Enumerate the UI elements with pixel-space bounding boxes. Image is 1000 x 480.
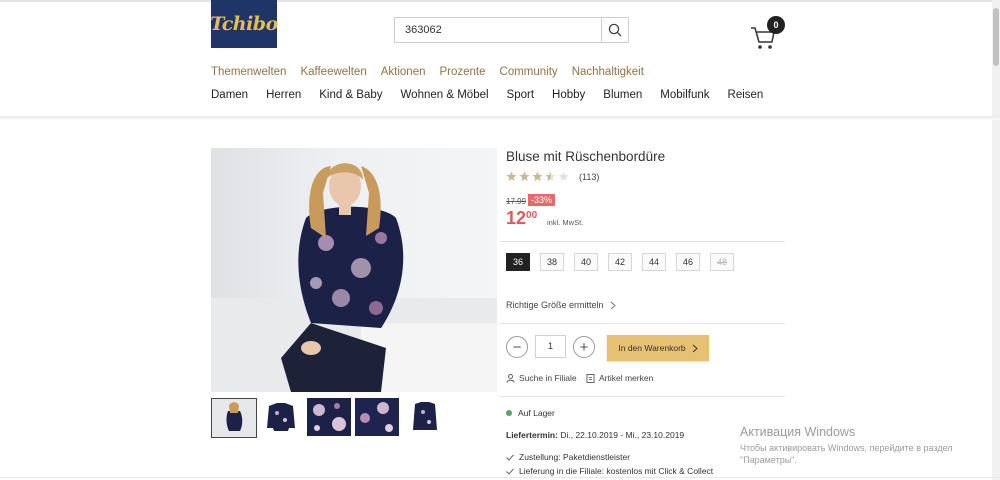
star-empty-icon bbox=[558, 171, 569, 182]
shipping-line: Lieferung in die Filiale: kostenlos mit … bbox=[506, 466, 713, 476]
rating-stars[interactable]: (113) bbox=[506, 171, 599, 182]
nav-item-kaffeewelten[interactable]: Kaffeewelten bbox=[300, 66, 366, 78]
find-in-store-link[interactable]: Suche in Filiale bbox=[506, 373, 577, 383]
star-icon bbox=[506, 171, 517, 182]
star-icon bbox=[532, 171, 543, 182]
shipping-line: Zustellung: Paketdienstleister bbox=[506, 452, 630, 462]
delivery-label: Liefertermin: bbox=[506, 430, 558, 440]
shipping-line-text: Lieferung in die Filiale: kostenlos mit … bbox=[519, 466, 714, 476]
size-selector: 36 38 40 42 44 46 48 bbox=[506, 253, 734, 271]
thumbnail-5[interactable] bbox=[403, 398, 449, 438]
nav-item-reisen[interactable]: Reisen bbox=[728, 89, 764, 101]
search-input[interactable] bbox=[395, 18, 601, 42]
add-to-cart-button[interactable]: In den Warenkorb bbox=[607, 335, 709, 361]
size-option-48: 48 bbox=[710, 253, 734, 271]
search-icon bbox=[608, 23, 622, 37]
product-title: Bluse mit Rüschenbordüre bbox=[506, 149, 666, 164]
size-option-42[interactable]: 42 bbox=[608, 253, 632, 271]
remember-item-link[interactable]: Artikel merken bbox=[586, 373, 653, 383]
nav-item-nachhaltigkeit[interactable]: Nachhaltigkeit bbox=[572, 66, 644, 78]
nav-item-prozente[interactable]: Prozente bbox=[440, 66, 486, 78]
add-to-cart-label: In den Warenkorb bbox=[618, 343, 686, 353]
nav-item-hobby[interactable]: Hobby bbox=[552, 89, 585, 101]
stock-status-label: Auf Lager bbox=[518, 408, 555, 418]
stock-status: Auf Lager bbox=[506, 408, 555, 418]
chevron-right-icon bbox=[610, 301, 616, 309]
tchibo-logo[interactable]: Tchibo bbox=[210, 0, 278, 48]
chevron-right-icon bbox=[692, 344, 698, 352]
size-option-44[interactable]: 44 bbox=[642, 253, 666, 271]
thumbnail-4[interactable] bbox=[355, 398, 401, 438]
thumbnail-2[interactable] bbox=[259, 398, 305, 438]
size-option-40[interactable]: 40 bbox=[574, 253, 598, 271]
search-button[interactable] bbox=[601, 18, 628, 42]
size-option-36[interactable]: 36 bbox=[506, 253, 530, 271]
divider bbox=[500, 241, 785, 242]
nav-item-community[interactable]: Community bbox=[500, 66, 558, 78]
find-in-store-label: Suche in Filiale bbox=[519, 373, 577, 383]
nav-item-mobilfunk[interactable]: Mobilfunk bbox=[660, 89, 709, 101]
nav-item-blumen[interactable]: Blumen bbox=[603, 89, 642, 101]
product-main-image[interactable] bbox=[211, 148, 497, 392]
old-price: 17.99 bbox=[506, 197, 527, 206]
size-finder-label: Richtige Größe ermitteln bbox=[506, 300, 604, 310]
nav-item-damen[interactable]: Damen bbox=[211, 89, 248, 101]
bottom-border bbox=[0, 477, 1000, 478]
checkmark-icon bbox=[506, 453, 514, 461]
plus-icon: + bbox=[579, 338, 589, 356]
cart-button[interactable]: 0 bbox=[750, 16, 788, 50]
review-count[interactable]: (113) bbox=[579, 172, 599, 182]
model-photo bbox=[211, 163, 497, 392]
nav-item-herren[interactable]: Herren bbox=[266, 89, 301, 101]
nav-item-wohnen-moebel[interactable]: Wohnen & Möbel bbox=[401, 89, 489, 101]
clipboard-icon bbox=[586, 374, 595, 383]
remember-item-label: Artikel merken bbox=[599, 373, 654, 383]
page-scrollbar[interactable] bbox=[992, 0, 1000, 480]
size-option-46[interactable]: 46 bbox=[676, 253, 700, 271]
logo-text: Tchibo bbox=[210, 13, 278, 35]
delivery-date: Liefertermin: Di., 22.10.2019 - Mi., 23.… bbox=[506, 430, 684, 440]
star-half-icon bbox=[545, 171, 556, 182]
watermark-subtitle: Чтобы активировать Windows, перейдите в … bbox=[740, 442, 953, 466]
windows-activation-watermark: Активация Windows Чтобы активировать Win… bbox=[740, 425, 953, 466]
watermark-title: Активация Windows bbox=[740, 425, 856, 439]
divider bbox=[500, 323, 785, 324]
divider bbox=[500, 396, 785, 397]
cart-count-badge: 0 bbox=[767, 16, 785, 34]
price-cents: 00 bbox=[526, 210, 538, 221]
quantity-decrease-button[interactable]: − bbox=[506, 336, 528, 358]
thumbnail-1[interactable] bbox=[211, 398, 257, 438]
category-nav: Damen Herren Kind & Baby Wohnen & Möbel … bbox=[211, 89, 763, 101]
nav-item-aktionen[interactable]: Aktionen bbox=[381, 66, 426, 78]
minus-icon: − bbox=[512, 338, 522, 356]
star-icon bbox=[519, 171, 530, 182]
product-thumbnails bbox=[211, 398, 451, 438]
vat-note: inkl. MwSt. bbox=[547, 218, 584, 227]
size-finder-link[interactable]: Richtige Größe ermitteln bbox=[506, 300, 616, 310]
thumbnail-3[interactable] bbox=[307, 398, 353, 438]
watermark-subtitle-line: Чтобы активировать Windows, перейдите в … bbox=[740, 443, 953, 453]
shipping-line-text: Zustellung: Paketdienstleister bbox=[519, 452, 631, 462]
header-divider bbox=[0, 116, 1000, 120]
scrollbar-thumb[interactable] bbox=[993, 8, 999, 66]
current-price: 1200 bbox=[506, 208, 537, 229]
nav-item-sport[interactable]: Sport bbox=[507, 89, 535, 101]
discount-badge: -33% bbox=[528, 194, 556, 206]
person-icon bbox=[506, 373, 515, 383]
status-dot-icon bbox=[506, 410, 512, 416]
primary-nav: Themenwelten Kaffeewelten Aktionen Proze… bbox=[211, 66, 644, 78]
top-border bbox=[0, 0, 1000, 2]
watermark-subtitle-line: "Параметры". bbox=[740, 455, 797, 465]
price-main: 12 bbox=[506, 208, 527, 228]
search-bar bbox=[394, 17, 629, 43]
quantity-input[interactable]: 1 bbox=[535, 335, 566, 358]
nav-item-kind-baby[interactable]: Kind & Baby bbox=[319, 89, 382, 101]
size-option-38[interactable]: 38 bbox=[540, 253, 564, 271]
nav-item-themenwelten[interactable]: Themenwelten bbox=[211, 66, 286, 78]
checkmark-icon bbox=[506, 467, 514, 475]
quantity-increase-button[interactable]: + bbox=[573, 336, 595, 358]
delivery-dates: Di., 22.10.2019 - Mi., 23.10.2019 bbox=[560, 430, 685, 440]
